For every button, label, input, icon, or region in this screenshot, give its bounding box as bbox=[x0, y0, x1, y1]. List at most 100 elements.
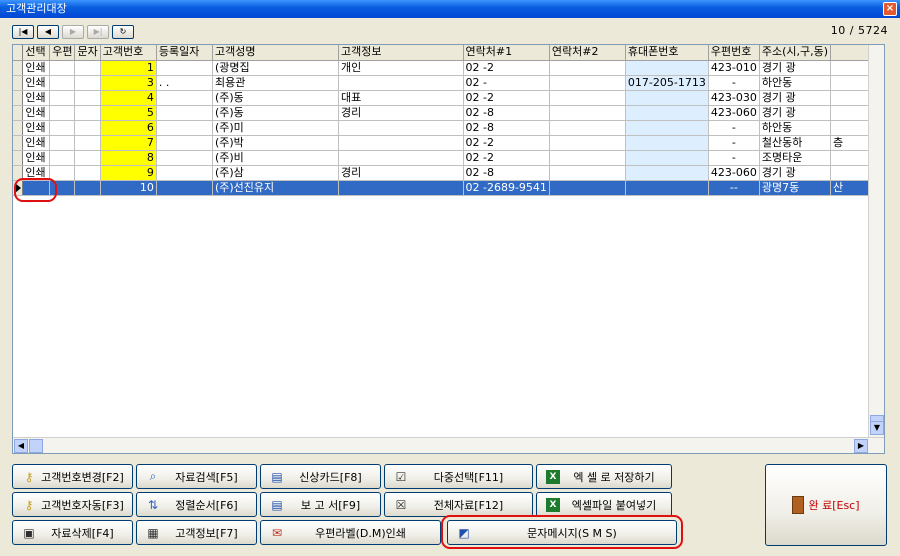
report-button[interactable]: ▤ 보 고 서[F9] bbox=[260, 492, 381, 517]
table-cell[interactable]: 하안동 bbox=[759, 75, 832, 91]
table-cell[interactable] bbox=[549, 150, 626, 166]
table-cell[interactable] bbox=[74, 135, 101, 151]
table-cell[interactable]: (광명집 bbox=[212, 60, 339, 76]
column-header[interactable]: 등록일자 bbox=[156, 45, 213, 61]
delete-data-button[interactable]: ▣ 자료삭제[F4] bbox=[12, 520, 133, 545]
table-cell[interactable] bbox=[625, 90, 709, 106]
table-cell[interactable]: 8 bbox=[100, 150, 157, 166]
table-cell[interactable] bbox=[625, 180, 709, 196]
table-cell[interactable]: 6 bbox=[100, 120, 157, 136]
table-cell[interactable] bbox=[549, 135, 626, 151]
next-record-button[interactable]: ▶ bbox=[62, 25, 84, 39]
auto-customer-no-button[interactable]: ⚷ 고객번호자동[F3] bbox=[12, 492, 133, 517]
table-cell[interactable] bbox=[74, 105, 101, 121]
table-cell[interactable] bbox=[338, 75, 464, 91]
table-cell[interactable] bbox=[549, 165, 626, 181]
table-cell[interactable]: 5 bbox=[100, 105, 157, 121]
table-cell[interactable] bbox=[49, 165, 76, 181]
table-cell[interactable]: 조명타운 bbox=[759, 150, 832, 166]
table-cell[interactable]: 423-060 bbox=[708, 105, 760, 121]
table-cell[interactable]: 경리 bbox=[338, 165, 464, 181]
table-cell[interactable] bbox=[625, 105, 709, 121]
all-data-button[interactable]: ☒ 전체자료[F12] bbox=[384, 492, 533, 517]
table-cell[interactable] bbox=[156, 180, 213, 196]
column-header[interactable]: 고객정보 bbox=[338, 45, 464, 61]
row-indicator[interactable] bbox=[13, 135, 24, 151]
table-cell[interactable] bbox=[338, 135, 464, 151]
table-cell[interactable] bbox=[49, 60, 76, 76]
table-row[interactable]: 인쇄 1 (광명집 개인 02 -2 423-010 경기 광 bbox=[13, 60, 884, 76]
search-button[interactable]: ⌕ 자료검색[F5] bbox=[136, 464, 257, 489]
table-cell[interactable]: 423-030 bbox=[708, 90, 760, 106]
table-cell[interactable]: (주)비 bbox=[212, 150, 339, 166]
table-cell[interactable]: 인쇄 bbox=[22, 120, 51, 136]
table-cell[interactable]: 경기 광 bbox=[759, 105, 832, 121]
table-cell[interactable] bbox=[49, 135, 76, 151]
label-print-button[interactable]: ✉ 우편라벨(D.M)인쇄 bbox=[260, 520, 441, 545]
table-cell[interactable]: 철산동하 bbox=[759, 135, 832, 151]
table-cell[interactable]: . . bbox=[156, 75, 213, 91]
table-cell[interactable]: 02 -2 bbox=[463, 135, 550, 151]
table-cell[interactable]: 인쇄 bbox=[22, 75, 51, 91]
multi-select-button[interactable]: ☑ 다중선택[F11] bbox=[384, 464, 533, 489]
column-header[interactable]: 연락처#2 bbox=[549, 45, 626, 61]
table-cell[interactable] bbox=[549, 75, 626, 91]
table-row[interactable]: 인쇄 4 (주)동 대표 02 -2 423-030 경기 광 bbox=[13, 90, 884, 106]
table-cell[interactable]: 02 -2 bbox=[463, 150, 550, 166]
scroll-right-icon[interactable]: ▶ bbox=[854, 439, 868, 453]
table-cell[interactable] bbox=[74, 150, 101, 166]
table-cell[interactable] bbox=[156, 135, 213, 151]
horizontal-scrollbar[interactable]: ◀ ▶ bbox=[13, 437, 884, 453]
table-cell[interactable]: 경기 광 bbox=[759, 60, 832, 76]
table-cell[interactable] bbox=[156, 105, 213, 121]
table-cell[interactable]: 인쇄 bbox=[22, 105, 51, 121]
table-cell[interactable]: 경기 광 bbox=[759, 165, 832, 181]
table-cell[interactable] bbox=[549, 60, 626, 76]
table-row[interactable]: 인쇄 3 . . 최용관 02 - 017-205-1713- 하안동 bbox=[13, 75, 884, 91]
table-cell[interactable] bbox=[49, 90, 76, 106]
table-cell[interactable]: 1 bbox=[100, 60, 157, 76]
table-cell[interactable] bbox=[156, 90, 213, 106]
paste-excel-button[interactable]: X 엑셀파일 붙여넣기 bbox=[536, 492, 672, 517]
vertical-scrollbar[interactable]: ▼ bbox=[868, 45, 884, 437]
table-cell[interactable]: 하안동 bbox=[759, 120, 832, 136]
sort-order-button[interactable]: ⇅ 정렬순서[F6] bbox=[136, 492, 257, 517]
table-row[interactable]: 10 (주)선진유지 02 -2689-9541 -- 광명7동 산 bbox=[13, 180, 884, 196]
table-row[interactable]: 인쇄 9 (주)삼 경리 02 -8 423-060 경기 광 bbox=[13, 165, 884, 181]
table-cell[interactable]: 423-060 bbox=[708, 165, 760, 181]
row-indicator[interactable] bbox=[13, 90, 24, 106]
table-cell[interactable] bbox=[49, 150, 76, 166]
row-indicator[interactable] bbox=[13, 75, 24, 91]
table-row[interactable]: 인쇄 7 (주)박 02 -2- 철산동하 층 bbox=[13, 135, 884, 151]
table-cell[interactable]: 인쇄 bbox=[22, 90, 51, 106]
table-cell[interactable] bbox=[625, 150, 709, 166]
customer-grid[interactable]: 선택 우편 문자 고객번호 등록일자 고객성명 고객정보 연락처#1 연락처#2 휴대폰번호 우편번… bbox=[12, 44, 885, 454]
table-cell[interactable]: 017-205-1713 bbox=[625, 75, 709, 91]
table-row[interactable]: 인쇄 6 (주)미 02 -8 - 하안동 bbox=[13, 120, 884, 136]
scroll-down-icon[interactable]: ▼ bbox=[870, 421, 884, 435]
column-header[interactable]: 주소(시,구,동) bbox=[759, 45, 832, 61]
table-cell[interactable] bbox=[74, 60, 101, 76]
save-excel-button[interactable]: X엑 셀 로 저장하기 bbox=[536, 464, 672, 489]
table-cell[interactable] bbox=[625, 135, 709, 151]
table-cell[interactable] bbox=[156, 165, 213, 181]
column-header[interactable]: 우편번호 bbox=[708, 45, 760, 61]
table-cell[interactable] bbox=[625, 165, 709, 181]
table-cell[interactable] bbox=[625, 120, 709, 136]
table-cell[interactable]: - bbox=[708, 150, 760, 166]
table-cell[interactable]: (주)선진유지 bbox=[212, 180, 339, 196]
table-cell[interactable] bbox=[549, 90, 626, 106]
row-indicator[interactable] bbox=[13, 60, 24, 76]
customer-info-button[interactable]: ▦ 고객정보[F7] bbox=[136, 520, 257, 545]
column-header[interactable]: 고객번호 bbox=[100, 45, 157, 61]
table-cell[interactable]: (주)삼 bbox=[212, 165, 339, 181]
table-cell[interactable]: - bbox=[708, 120, 760, 136]
table-cell[interactable]: 인쇄 bbox=[22, 150, 51, 166]
table-cell[interactable]: 02 - bbox=[463, 75, 550, 91]
table-cell[interactable]: 인쇄 bbox=[22, 135, 51, 151]
ok-button[interactable]: 완 료[Esc] bbox=[765, 464, 887, 546]
table-cell[interactable] bbox=[74, 120, 101, 136]
row-indicator[interactable] bbox=[13, 105, 24, 121]
prev-record-button[interactable]: ◀ bbox=[37, 25, 59, 39]
table-cell[interactable]: - bbox=[708, 135, 760, 151]
